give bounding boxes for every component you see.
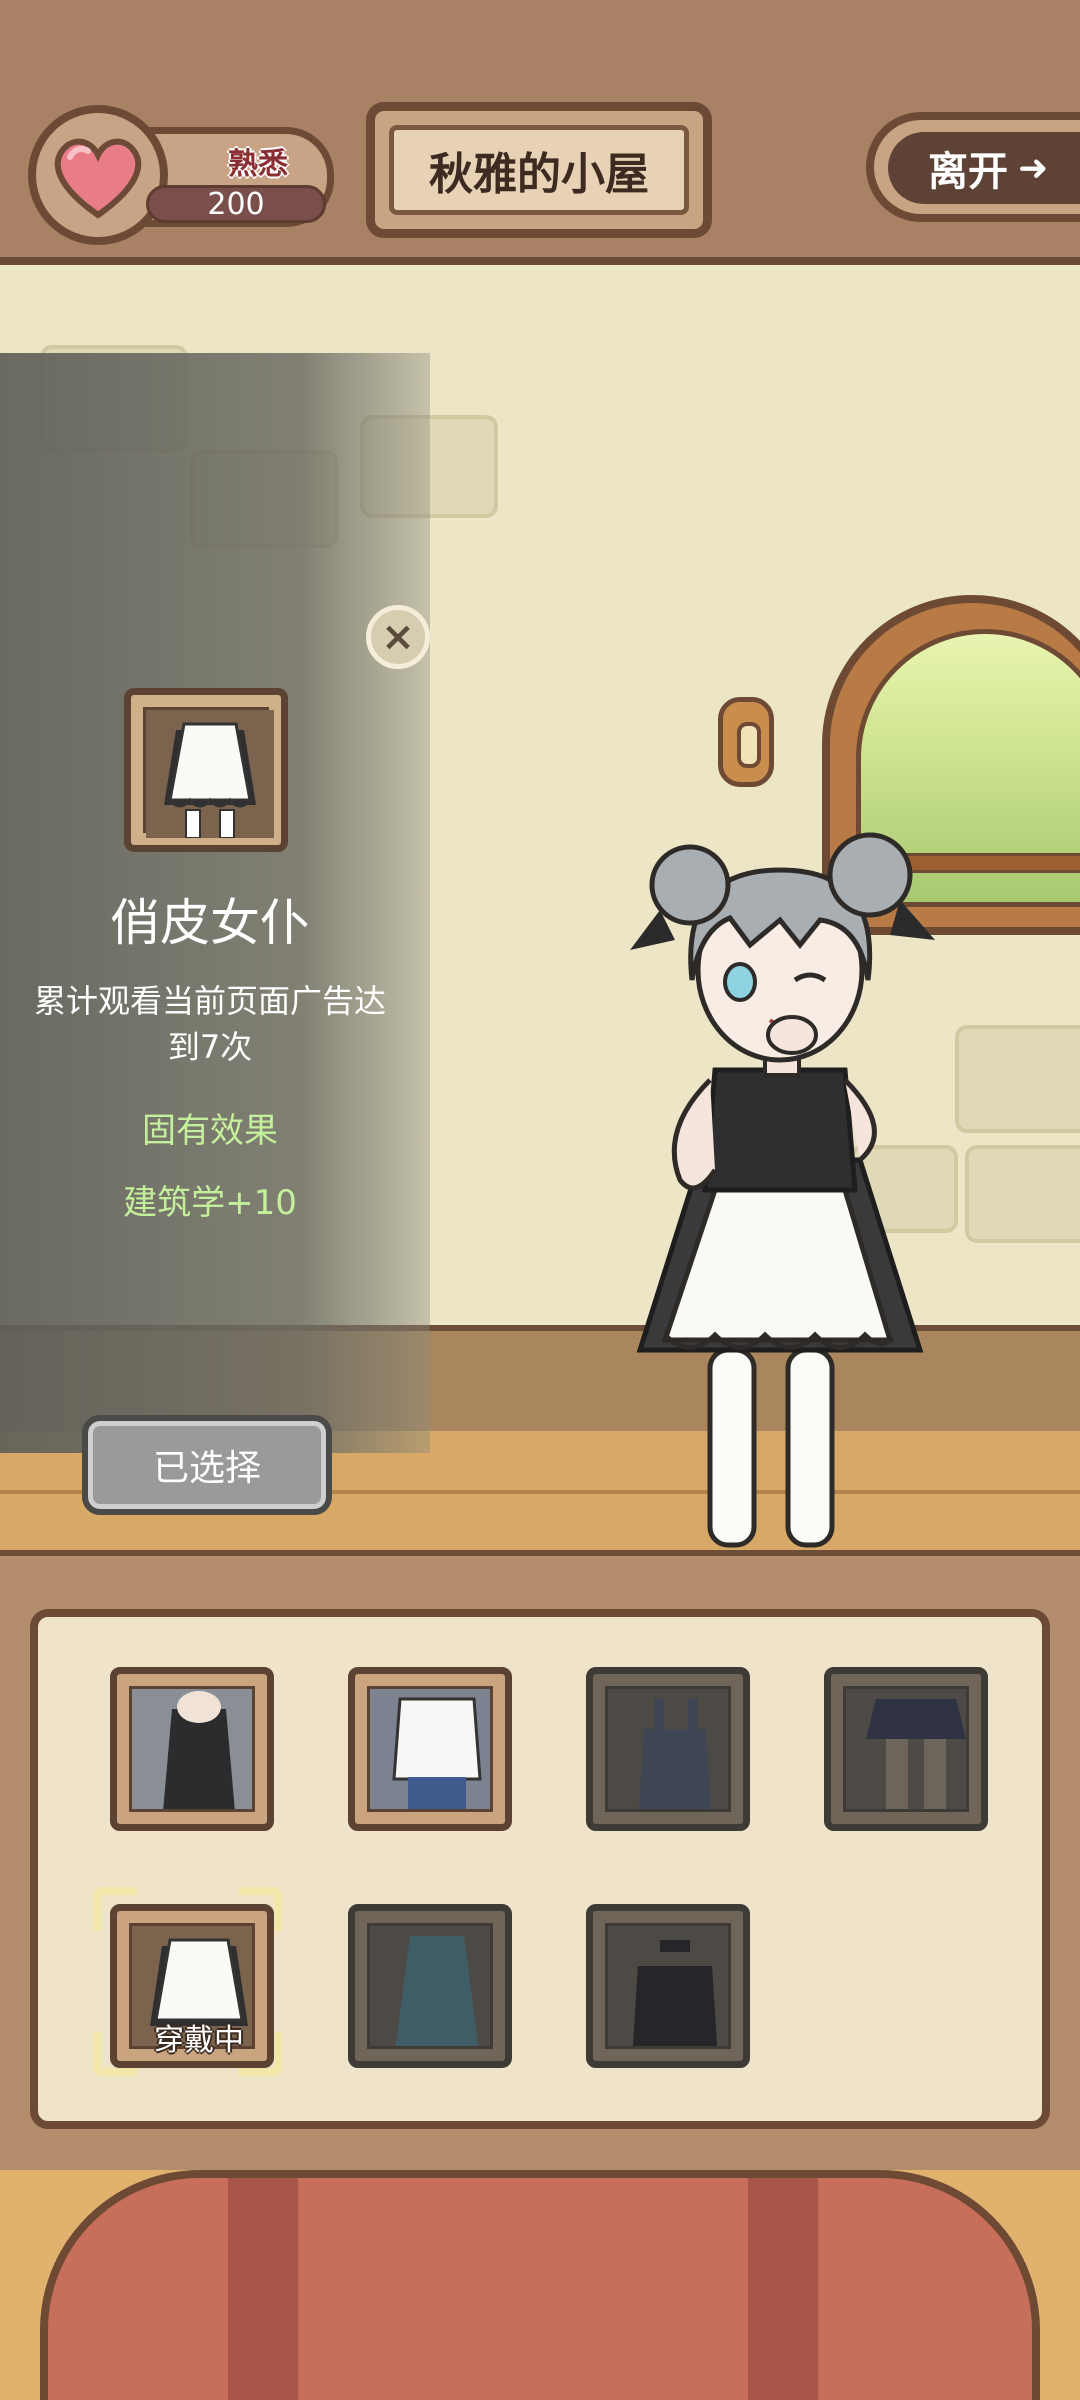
selection-corner — [238, 2032, 282, 2076]
familiarity-label: 熟悉 — [228, 147, 288, 182]
outfit-slot-white-shirt-jeans[interactable] — [348, 1667, 512, 1831]
room-scene: × 俏皮女仆 累计观看当前页面广告达到7次 固有效果 建筑学+10 已选择 — [0, 265, 1080, 1550]
room-title: 秋雅的小屋 — [389, 125, 689, 215]
top-bar: 熟悉 200 秋雅的小屋 离开 ➜ — [0, 0, 1080, 265]
wardrobe-area: 穿戴中 — [0, 1550, 1080, 2170]
outfit-slot-overalls[interactable] — [586, 1667, 750, 1831]
black-dress-icon — [163, 1691, 235, 1809]
outfit-name: 俏皮女仆 — [110, 894, 310, 952]
white-shirt-icon — [392, 1697, 482, 1809]
leave-button[interactable]: 离开 ➜ — [866, 112, 1080, 222]
wall-brick — [965, 1145, 1080, 1243]
effect-value: 建筑学+10 — [123, 1183, 297, 1223]
carpet-area — [0, 2170, 1080, 2400]
wall-lamp — [718, 697, 774, 787]
outfit-slot-skirt[interactable] — [824, 1667, 988, 1831]
familiarity-value: 200 — [207, 187, 265, 222]
familiarity-heart-frame — [28, 105, 168, 245]
wardrobe-panel: 穿戴中 — [30, 1609, 1050, 2129]
outfit-info-panel: × 俏皮女仆 累计观看当前页面广告达到7次 固有效果 建筑学+10 已选择 — [0, 353, 430, 1515]
rug — [40, 2170, 1040, 2400]
arrow-right-icon: ➜ — [1018, 147, 1049, 189]
selection-corner — [238, 1887, 282, 1931]
unlock-condition: 累计观看当前页面广告达到7次 — [33, 982, 386, 1066]
selection-corner — [93, 1887, 137, 1931]
heart-icon — [54, 138, 142, 219]
outfit-slot-black-top[interactable] — [586, 1904, 750, 2068]
familiarity-meter: 熟悉 200 — [28, 105, 344, 245]
overalls-icon — [638, 1699, 712, 1809]
selected-button[interactable]: 已选择 — [82, 1415, 332, 1515]
close-icon[interactable]: × — [366, 605, 430, 669]
maid-apron-icon — [146, 710, 274, 839]
outfit-slot-teal-dress[interactable] — [348, 1904, 512, 2068]
black-top-icon — [632, 1940, 718, 2046]
selection-corner — [93, 2032, 137, 2076]
outfit-slot-black-dress[interactable] — [110, 1667, 274, 1831]
outfit-thumbnail — [124, 688, 288, 852]
wall-brick — [955, 1025, 1080, 1133]
leave-label: 离开 — [928, 149, 1008, 195]
character-maid — [630, 832, 935, 1548]
teal-dress-icon — [395, 1936, 479, 2046]
room-title-plate: 秋雅的小屋 — [366, 102, 712, 238]
effect-heading: 固有效果 — [142, 1111, 278, 1151]
skirt-icon — [866, 1699, 966, 1809]
